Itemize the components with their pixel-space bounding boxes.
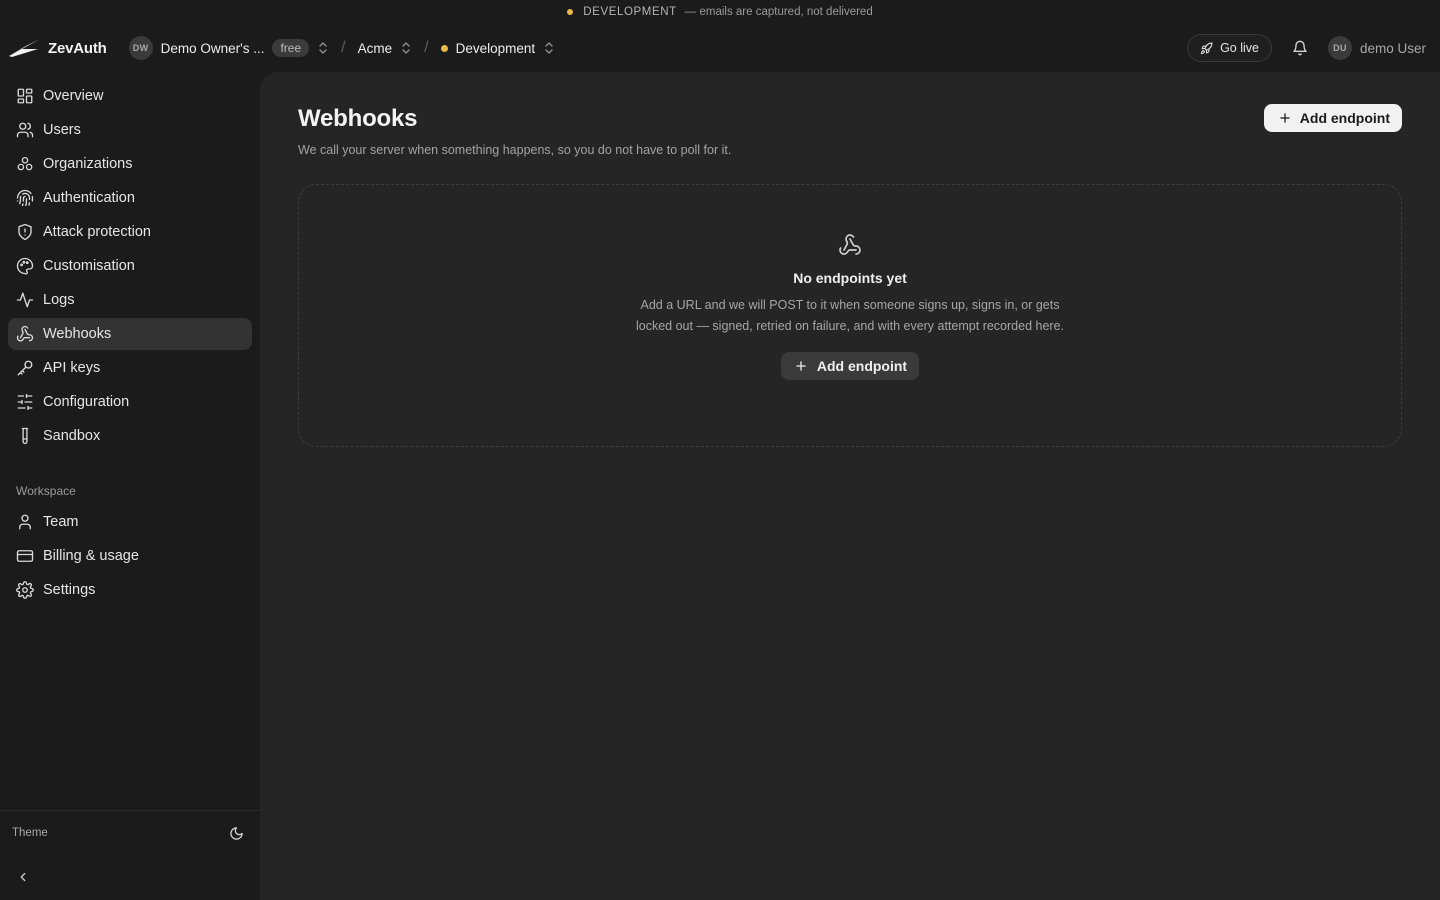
sidebar-item-api-keys[interactable]: API keys — [8, 352, 252, 384]
sidebar-item-label: Authentication — [43, 190, 135, 206]
empty-state-description: Add a URL and we will POST to it when so… — [635, 298, 1064, 333]
empty-state-title: No endpoints yet — [793, 270, 907, 286]
rocket-icon — [1200, 42, 1213, 54]
workspace-heading: Workspace — [16, 484, 76, 498]
org-switcher[interactable]: DW Demo Owner's ... free — [128, 36, 330, 60]
header-actions: Go live DU demo User — [1187, 34, 1426, 62]
sidebar-item-billing[interactable]: Billing & usage — [8, 540, 252, 572]
webhook-icon — [16, 325, 34, 342]
environment-name: Development — [455, 40, 536, 56]
plus-icon — [796, 361, 806, 371]
users-icon — [16, 122, 34, 138]
activity-icon — [16, 292, 34, 308]
sidebar-item-overview[interactable]: Overview — [8, 80, 252, 112]
sidebar-item-label: Webhooks — [43, 326, 112, 342]
sidebar-item-label: Logs — [43, 292, 75, 308]
chevron-up-down-icon — [402, 42, 410, 54]
sidebar-item-sandbox[interactable]: Sandbox — [8, 420, 252, 452]
bell-icon — [1293, 40, 1307, 56]
user-avatar: DU — [1327, 36, 1352, 60]
brand-name: ZevAuth — [48, 39, 107, 57]
test-tube-icon — [21, 427, 29, 445]
shield-icon — [18, 223, 32, 241]
sidebar-item-label: Customisation — [43, 258, 135, 274]
environment-banner-name: DEVELOPMENT — [583, 6, 677, 18]
grid-icon — [17, 88, 33, 104]
sidebar-item-customisation[interactable]: Customisation — [8, 250, 252, 282]
sidebar-item-configuration[interactable]: Configuration — [8, 386, 252, 418]
logo-icon — [9, 39, 40, 57]
sidebar-item-settings[interactable]: Settings — [8, 574, 252, 606]
project-name: Acme — [357, 40, 393, 56]
sidebar-item-users[interactable]: Users — [8, 114, 252, 146]
sidebar-item-label: Overview — [43, 88, 104, 104]
webhook-icon — [839, 234, 861, 255]
collapse-sidebar-button[interactable] — [0, 855, 260, 899]
theme-label: Theme — [12, 827, 48, 839]
sidebar-item-team[interactable]: Team — [8, 506, 252, 538]
project-switcher[interactable]: Acme — [358, 41, 413, 56]
sidebar-item-label: Billing & usage — [43, 548, 139, 564]
sidebar-item-label: Configuration — [43, 394, 130, 410]
page-subtitle: We call your server when something happe… — [298, 143, 732, 157]
sidebar-item-label: Organizations — [43, 156, 133, 172]
environment-dot — [567, 9, 574, 15]
breadcrumb-separator: / — [341, 39, 346, 56]
empty-state-add-endpoint-label: Add endpoint — [816, 358, 908, 374]
environment-switcher[interactable]: Development — [440, 40, 556, 56]
main-panel: Webhooks We call your server when someth… — [260, 72, 1440, 900]
user-menu[interactable]: DU demo User — [1327, 36, 1426, 60]
fingerprint-icon — [16, 189, 34, 207]
chevron-left-icon — [20, 872, 26, 882]
sidebar: Overview Users Organizations Authenticat… — [0, 72, 260, 900]
go-live-button[interactable]: Go live — [1187, 34, 1272, 62]
sidebar-item-label: API keys — [43, 360, 101, 376]
breadcrumb-separator: / — [424, 39, 429, 56]
org-name: Demo Owner's ... — [160, 40, 265, 56]
user-icon — [19, 514, 31, 530]
sidebar-item-organizations[interactable]: Organizations — [8, 148, 252, 180]
credit-card-icon — [16, 550, 34, 562]
user-name: demo User — [1359, 40, 1426, 56]
moon-icon — [230, 826, 243, 840]
sidebar-item-label: Sandbox — [43, 428, 101, 444]
key-icon — [17, 360, 33, 376]
page-title: Webhooks — [298, 105, 418, 132]
top-header: ZevAuth DW Demo Owner's ... free / Acme … — [0, 24, 1440, 72]
empty-state-add-endpoint-button[interactable]: Add endpoint — [780, 352, 920, 380]
brand-logo[interactable]: ZevAuth — [8, 37, 107, 59]
theme-toggle[interactable] — [229, 826, 244, 841]
sidebar-item-authentication[interactable]: Authentication — [8, 182, 252, 214]
organizations-icon — [17, 156, 33, 171]
chevron-up-down-icon — [319, 42, 327, 54]
sidebar-item-webhooks[interactable]: Webhooks — [8, 318, 252, 350]
add-endpoint-label: Add endpoint — [1299, 110, 1390, 126]
org-avatar: DW — [128, 36, 153, 60]
sidebar-footer: Theme — [0, 810, 260, 900]
sidebar-item-label: Team — [43, 514, 79, 530]
notifications-button[interactable] — [1286, 34, 1314, 62]
environment-banner: DEVELOPMENT — emails are captured, not d… — [0, 0, 1440, 24]
sidebar-item-label: Users — [43, 122, 81, 138]
sidebar-item-logs[interactable]: Logs — [8, 284, 252, 316]
sliders-icon — [17, 393, 33, 411]
sidebar-item-label: Attack protection — [43, 224, 151, 240]
chevron-up-down-icon — [545, 42, 553, 54]
theme-row: Theme — [0, 811, 260, 855]
gear-icon — [16, 581, 34, 599]
environment-banner-message: — emails are captured, not delivered — [684, 6, 873, 18]
sidebar-item-attack-protection[interactable]: Attack protection — [8, 216, 252, 248]
plus-icon — [1280, 113, 1290, 123]
add-endpoint-button[interactable]: Add endpoint — [1263, 104, 1402, 132]
environment-status-dot — [440, 44, 448, 52]
empty-state-card: No endpoints yet Add a URL and we will P… — [298, 184, 1402, 447]
sidebar-item-label: Settings — [43, 582, 96, 598]
go-live-label: Go live — [1220, 41, 1259, 55]
plan-badge: free — [272, 39, 310, 57]
palette-icon — [16, 257, 34, 275]
